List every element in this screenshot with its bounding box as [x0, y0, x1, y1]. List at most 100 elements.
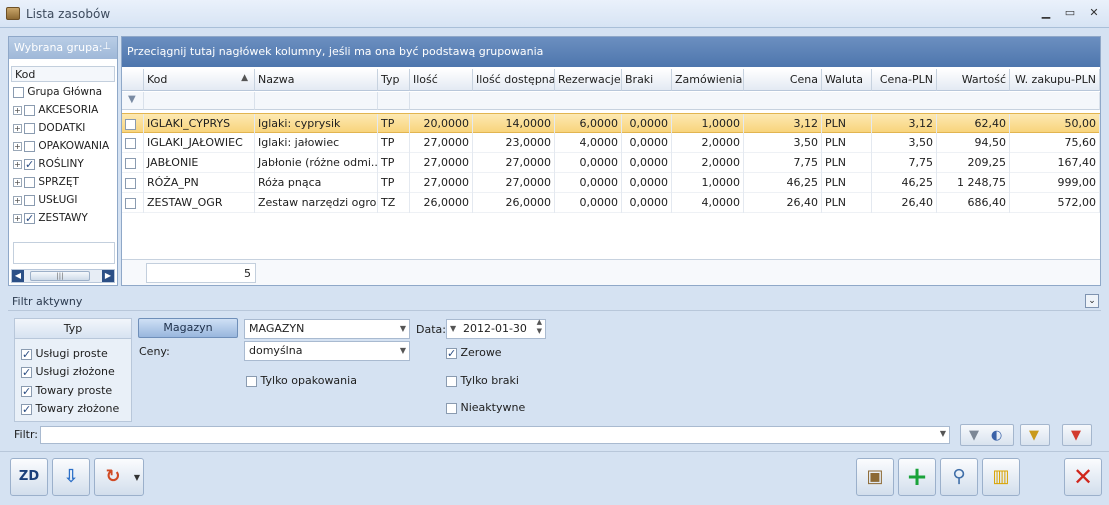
scroll-right-icon[interactable]: ▶: [102, 270, 114, 282]
row-select-cell[interactable]: [122, 114, 144, 134]
row-select-cell[interactable]: [122, 193, 144, 213]
tree-item-uslugi[interactable]: + USŁUGI: [13, 191, 117, 209]
row-select-cell[interactable]: [122, 133, 144, 153]
column-header-rezerwacje[interactable]: Rezerwacje: [555, 69, 622, 91]
filter-cell-nazwa[interactable]: [255, 92, 378, 110]
clear-filter-button[interactable]: ▼: [1062, 424, 1092, 446]
checkbox-tylko-braki[interactable]: Tylko braki: [446, 372, 519, 390]
group-by-area[interactable]: Przeciągnij tutaj nagłówek kolumny, jeśl…: [122, 37, 1100, 67]
tree-checkbox[interactable]: [24, 140, 35, 152]
table-row[interactable]: ZESTAW_OGR Zestaw narzędzi ogro... TZ 26,00…: [122, 193, 1100, 213]
column-header-zamowienia[interactable]: Zamówienia: [672, 69, 744, 91]
row-checkbox[interactable]: [125, 177, 136, 189]
checkbox-uslugi-proste[interactable]: Usługi proste: [21, 345, 108, 364]
checkbox-tylko-opakowania[interactable]: Tylko opakowania: [246, 372, 357, 390]
column-header-waluta[interactable]: Waluta: [822, 69, 872, 91]
column-header-nazwa[interactable]: Nazwa: [255, 69, 378, 91]
filter-row-icon-cell[interactable]: ▼: [122, 92, 144, 110]
table-row[interactable]: IGLAKI_CYPRYS Iglaki: cyprysik TP 20,0000 14…: [122, 113, 1100, 134]
table-row[interactable]: JABŁONIE Jabłonie (różne odmi... TP 27,0000…: [122, 153, 1100, 173]
filter-cell-typ[interactable]: [378, 92, 410, 110]
export-button[interactable]: ⇩: [52, 458, 90, 496]
table-cell: 20,0000: [410, 114, 473, 134]
tree-item-root[interactable]: Grupa Główna: [13, 83, 117, 101]
checkbox-uslugi-zlozone[interactable]: Usługi złożone: [21, 363, 115, 382]
tree-checkbox[interactable]: [24, 210, 35, 228]
tree-item-opakowania[interactable]: + OPAKOWANIA: [13, 137, 117, 155]
tree-item-rosliny[interactable]: + ROŚLINY: [13, 155, 117, 174]
expand-icon[interactable]: +: [13, 123, 22, 133]
apply-filter-button[interactable]: ▼ ◐: [960, 424, 1014, 446]
tree-item-dodatki[interactable]: + DODATKI: [13, 119, 117, 137]
delete-button[interactable]: ▥: [982, 458, 1020, 496]
column-header-kod[interactable]: Kod ▲: [144, 69, 255, 91]
funnel-blue-icon: ◐: [991, 428, 1003, 443]
expand-icon[interactable]: +: [13, 177, 22, 187]
tree-item-zestawy[interactable]: + ZESTAWY: [13, 209, 117, 228]
tree-checkbox[interactable]: [13, 86, 24, 98]
column-header-typ[interactable]: Typ: [378, 69, 410, 91]
type-filter-header[interactable]: Typ: [15, 319, 131, 339]
expand-icon[interactable]: +: [13, 141, 22, 151]
tree-item-akcesoria[interactable]: + AKCESORIA: [13, 101, 117, 119]
pin-icon[interactable]: ⊥: [102, 41, 111, 52]
checkbox-zerowe[interactable]: Zerowe: [446, 344, 502, 363]
collapse-chevron-icon[interactable]: ⌄: [1085, 294, 1099, 308]
tree-checkbox[interactable]: [24, 194, 35, 206]
date-picker[interactable]: ▼ 2012-01-30 ▲ ▼: [446, 318, 546, 339]
minimize-button[interactable]: ▁: [1038, 6, 1054, 20]
expand-icon[interactable]: +: [13, 159, 22, 169]
tree-item-label: Grupa Główna: [27, 86, 103, 98]
magazyn-button[interactable]: Magazyn: [138, 318, 238, 338]
maximize-button[interactable]: ▭: [1062, 6, 1078, 20]
edit-button[interactable]: ⚲: [940, 458, 978, 496]
ceny-select[interactable]: domyślna ▼: [244, 341, 410, 361]
column-header-braki[interactable]: Braki: [622, 69, 672, 91]
row-select-cell[interactable]: [122, 173, 144, 193]
column-header-ilosc[interactable]: Ilość: [410, 69, 473, 91]
close-window-button[interactable]: ✕: [1086, 6, 1102, 20]
row-checkbox[interactable]: [125, 197, 136, 209]
filter-cell-kod[interactable]: [144, 92, 255, 110]
checkbox-towary-proste[interactable]: Towary proste: [21, 382, 112, 401]
column-header-wartosc[interactable]: Wartość: [937, 69, 1010, 91]
scroll-left-icon[interactable]: ◀: [12, 270, 24, 282]
table-row[interactable]: RÓŻA_PN Róża pnąca TP 27,0000 27,0000 0,0000 0…: [122, 173, 1100, 193]
refresh-menu-button[interactable]: ↻ ▼: [94, 458, 144, 496]
expand-icon[interactable]: +: [13, 195, 22, 205]
tree-checkbox[interactable]: [24, 176, 35, 188]
column-header-ilosc-dostepna[interactable]: Ilość dostępna: [473, 69, 555, 91]
horizontal-scrollbar[interactable]: ◀ ||| ▶: [11, 269, 115, 283]
column-header-cena-pln[interactable]: Cena-PLN: [872, 69, 937, 91]
column-header-cena[interactable]: Cena: [744, 69, 822, 91]
filter-builder-button[interactable]: ▼: [1020, 424, 1050, 446]
kod-column-header[interactable]: Kod: [11, 66, 115, 82]
tree-filter-box[interactable]: [13, 242, 115, 264]
tree-checkbox[interactable]: [24, 122, 35, 134]
zd-document-button[interactable]: ZD: [10, 458, 48, 496]
tree-checkbox[interactable]: [24, 104, 35, 116]
filter-text-input[interactable]: ▼: [40, 426, 950, 444]
checkbox-nieaktywne[interactable]: Nieaktywne: [446, 399, 525, 417]
add-button[interactable]: +: [898, 458, 936, 496]
expand-icon[interactable]: +: [13, 105, 22, 115]
tree-checkbox[interactable]: [24, 156, 35, 174]
checkbox-towary-zlozone[interactable]: Towary złożone: [21, 400, 119, 419]
table-cell: PLN: [822, 114, 872, 134]
row-checkbox[interactable]: [125, 118, 136, 130]
expand-icon[interactable]: +: [13, 213, 22, 223]
row-checkbox[interactable]: [125, 137, 136, 149]
tree-item-sprzet[interactable]: + SPRZĘT: [13, 173, 117, 191]
table-cell: TZ: [378, 193, 410, 213]
magazyn-select[interactable]: MAGAZYN ▼: [244, 319, 410, 339]
column-header-w-zakupu-pln[interactable]: W. zakupu-PLN: [1010, 69, 1100, 91]
table-cell: 3,50: [872, 133, 937, 153]
filter-cell-rest[interactable]: [410, 92, 1100, 110]
table-cell: TP: [378, 173, 410, 193]
scroll-thumb[interactable]: |||: [30, 271, 90, 281]
row-checkbox[interactable]: [125, 157, 136, 169]
row-select-cell[interactable]: [122, 153, 144, 173]
close-button[interactable]: ✕: [1064, 458, 1102, 496]
resource-groups-button[interactable]: ▣: [856, 458, 894, 496]
table-row[interactable]: IGLAKI_JAŁOWIEC Iglaki: jałowiec TP 27,0000…: [122, 133, 1100, 153]
